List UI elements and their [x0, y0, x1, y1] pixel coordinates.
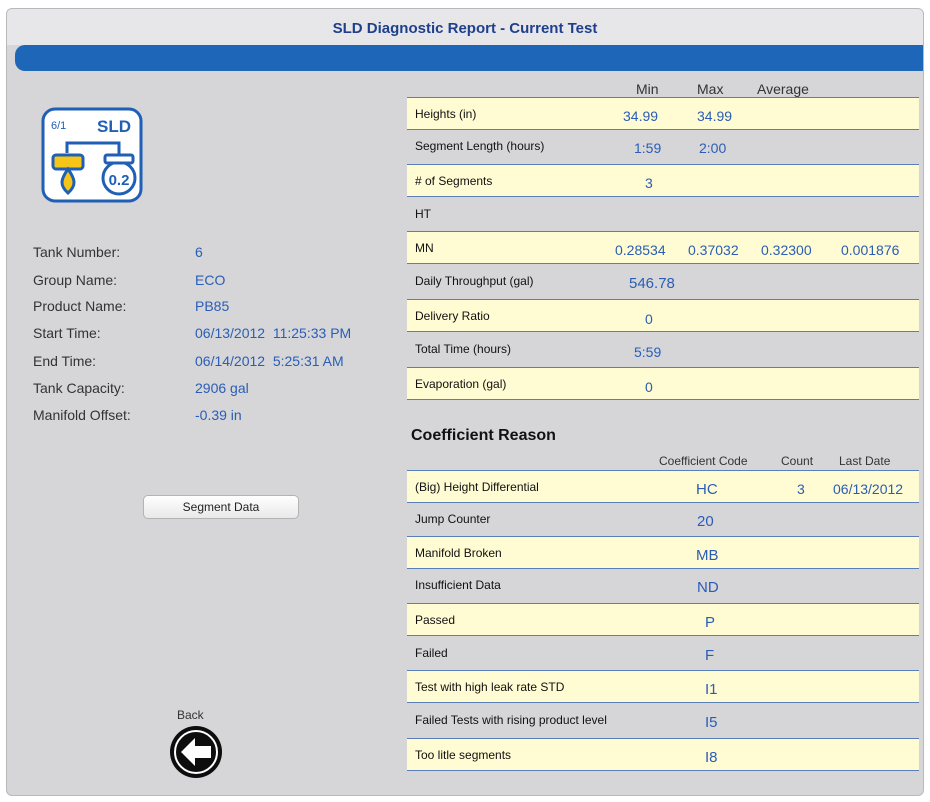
min-column-header: Min	[636, 81, 659, 97]
count-value: 3	[797, 481, 805, 497]
min-value: 34.99	[623, 108, 659, 124]
coefficient-code: I1	[705, 681, 718, 698]
row-label: HT	[415, 207, 431, 221]
tank-capacity-label: Tank Capacity:	[33, 380, 125, 396]
row-label: Test with high leak rate STD	[415, 680, 565, 694]
header-bar	[15, 45, 923, 71]
coef-row-jump-counter: Jump Counter 20	[407, 503, 919, 536]
max-value: 2:00	[699, 140, 727, 156]
stats-row-segment-length: Segment Length (hours) 1:59 2:00	[407, 130, 919, 163]
min-value: 0.28534	[615, 242, 666, 258]
coefficient-code: P	[705, 614, 716, 631]
coefficient-code: I5	[705, 714, 718, 731]
row-label: # of Segments	[415, 174, 493, 188]
logo-brand: SLD	[97, 117, 131, 136]
stats-row-delivery-ratio: Delivery Ratio 0	[407, 299, 919, 332]
start-time-value: 06/13/2012 11:25:33 PM	[195, 325, 352, 341]
group-name-label: Group Name:	[33, 272, 118, 288]
min-value: 5:59	[634, 344, 662, 360]
coefficient-code-header: Coefficient Code	[659, 454, 748, 468]
logo-value: 0.2	[109, 172, 130, 189]
logo-badge: 6/1	[51, 120, 66, 132]
average-column-header: Average	[757, 81, 809, 97]
report-window: SLD Diagnostic Report - Current Test 6/1…	[6, 8, 924, 796]
row-label: (Big) Height Differential	[415, 480, 539, 494]
deviation-value: 0.001876	[841, 242, 900, 258]
max-value: 0.37032	[688, 242, 739, 258]
title-bar: SLD Diagnostic Report - Current Test	[7, 9, 923, 45]
max-column-header: Max	[697, 81, 724, 97]
min-value: 0	[645, 379, 653, 395]
coef-row-too-little-segments: Too litle segments I8	[407, 738, 919, 771]
row-label: Segment Length (hours)	[415, 139, 545, 153]
stats-row-ht: HT	[407, 198, 919, 231]
row-label: Passed	[415, 613, 456, 627]
stats-row-evaporation: Evaporation (gal) 0	[407, 367, 919, 400]
coef-row-failed: Failed F	[407, 637, 919, 670]
coefficient-code: MB	[696, 547, 719, 564]
coef-row-height-differential: (Big) Height Differential HC 3 06/13/201…	[407, 470, 919, 503]
stats-row-segments: # of Segments 3	[407, 164, 919, 197]
start-time-label: Start Time:	[33, 325, 101, 341]
tank-number-label: Tank Number:	[33, 244, 121, 260]
product-name-value: PB85	[195, 298, 230, 314]
coef-row-high-leak-rate: Test with high leak rate STD I1	[407, 670, 919, 703]
end-time-value: 06/14/2012 5:25:31 AM	[195, 353, 344, 369]
last-date-value: 06/13/2012	[833, 481, 904, 497]
row-label: Evaporation (gal)	[415, 377, 507, 391]
manifold-offset-value: -0.39 in	[195, 407, 242, 423]
product-name-label: Product Name:	[33, 298, 127, 314]
tank-capacity-value: 2906 gal	[195, 380, 249, 396]
row-label: Insufficient Data	[415, 578, 501, 592]
count-header: Count	[781, 454, 814, 468]
stats-row-heights: Heights (in) 34.99 34.99	[407, 97, 919, 130]
sld-tank-icon: 6/1 SLD 0.2	[41, 107, 143, 203]
row-label: Failed	[415, 646, 448, 660]
row-label: Jump Counter	[415, 512, 491, 526]
coefficient-code: F	[705, 647, 715, 664]
row-label: Failed Tests with rising product level	[415, 713, 607, 727]
coefficient-code: HC	[696, 481, 718, 498]
tank-number-value: 6	[195, 244, 203, 260]
min-value: 1:59	[634, 140, 662, 156]
coefficient-reason-title: Coefficient Reason	[411, 427, 556, 444]
window-title: SLD Diagnostic Report - Current Test	[332, 20, 598, 37]
coefficient-code: 20	[697, 513, 714, 530]
group-name-value: ECO	[195, 272, 226, 288]
end-time-label: End Time:	[33, 353, 97, 369]
average-value: 0.32300	[761, 242, 812, 258]
arrow-left-icon[interactable]	[167, 723, 225, 781]
row-label: Manifold Broken	[415, 546, 502, 560]
coefficient-code: ND	[697, 579, 719, 596]
coef-row-insufficient-data: Insufficient Data ND	[407, 569, 919, 602]
row-label: Total Time (hours)	[415, 342, 512, 356]
row-label: Daily Throughput (gal)	[415, 274, 534, 288]
stats-row-mn: MN 0.28534 0.37032 0.32300 0.001876	[407, 231, 919, 264]
stats-row-total-time: Total Time (hours) 5:59	[407, 333, 919, 366]
min-value: 3	[645, 175, 653, 191]
stats-row-daily-throughput: Daily Throughput (gal) 546.78	[407, 265, 919, 298]
coef-row-passed: Passed P	[407, 603, 919, 636]
back-label: Back	[177, 708, 204, 722]
min-value: 546.78	[629, 275, 675, 292]
coef-row-manifold-broken: Manifold Broken MB	[407, 536, 919, 569]
row-label: Heights (in)	[415, 107, 477, 121]
manifold-offset-label: Manifold Offset:	[33, 407, 131, 423]
coef-row-rising-product-level: Failed Tests with rising product level I…	[407, 704, 919, 737]
row-label: Delivery Ratio	[415, 309, 490, 323]
last-date-header: Last Date	[839, 454, 891, 468]
row-label: Too litle segments	[415, 748, 512, 762]
max-value: 34.99	[697, 108, 733, 124]
segment-data-button[interactable]: Segment Data	[143, 495, 299, 519]
row-label: MN	[415, 241, 434, 255]
min-value: 0	[645, 311, 653, 327]
coefficient-code: I8	[705, 749, 718, 766]
